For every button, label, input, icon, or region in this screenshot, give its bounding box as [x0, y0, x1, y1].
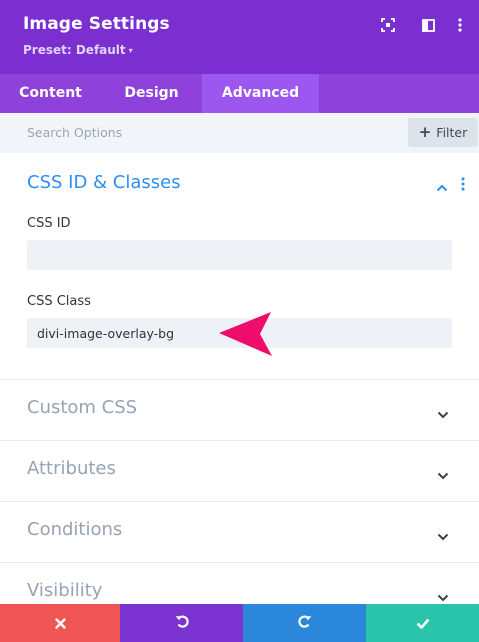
- chevron-up-icon[interactable]: [436, 177, 448, 196]
- section-title: Attributes: [27, 458, 116, 479]
- action-bar: [0, 604, 479, 642]
- search-input[interactable]: Search Options: [27, 125, 122, 140]
- tab-design[interactable]: Design: [101, 74, 202, 113]
- section-title-css-id-classes[interactable]: CSS ID & Classes: [27, 172, 181, 193]
- caret-down-icon: ▾: [128, 46, 133, 55]
- section-title: Visibility: [27, 580, 103, 601]
- section-title: Conditions: [27, 519, 123, 540]
- split-view-icon[interactable]: [419, 16, 437, 34]
- check-icon: [416, 614, 430, 633]
- filter-button[interactable]: + Filter: [408, 118, 478, 147]
- discard-button[interactable]: [0, 604, 120, 642]
- redo-button[interactable]: [243, 604, 366, 642]
- section-title: Custom CSS: [27, 397, 138, 418]
- save-button[interactable]: [366, 604, 479, 642]
- section-conditions[interactable]: Conditions: [0, 501, 479, 562]
- chevron-down-icon: [437, 404, 449, 423]
- close-icon: [54, 614, 66, 633]
- preset-dropdown[interactable]: Preset: Default ▾: [23, 43, 133, 57]
- css-id-input[interactable]: [27, 240, 452, 270]
- section-attributes[interactable]: Attributes: [0, 440, 479, 501]
- tab-content[interactable]: Content: [0, 74, 101, 113]
- settings-header: Image Settings Preset: Default ▾: [0, 0, 479, 74]
- redo-icon: [297, 613, 313, 633]
- undo-icon: [174, 613, 190, 633]
- chevron-down-icon: [437, 465, 449, 484]
- chevron-down-icon: [437, 526, 449, 545]
- css-class-label: CSS Class: [27, 294, 91, 309]
- tab-bar: Content Design Advanced: [0, 74, 479, 113]
- section-more-icon[interactable]: [461, 176, 465, 195]
- tab-advanced[interactable]: Advanced: [202, 74, 319, 113]
- plus-icon: +: [418, 123, 432, 141]
- section-custom-css[interactable]: Custom CSS: [0, 379, 479, 440]
- modal-title: Image Settings: [23, 14, 170, 34]
- annotation-arrow-icon: [218, 310, 274, 362]
- css-id-label: CSS ID: [27, 216, 71, 231]
- more-vertical-icon[interactable]: [451, 16, 469, 34]
- expand-icon[interactable]: [379, 16, 397, 34]
- filter-label: Filter: [436, 125, 468, 140]
- undo-button[interactable]: [120, 604, 243, 642]
- preset-label: Preset: Default: [23, 43, 126, 57]
